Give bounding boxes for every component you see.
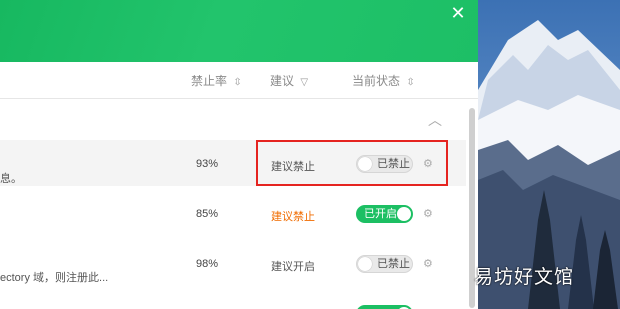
- row-rate: 93%: [196, 158, 219, 170]
- dialog-header: ✕: [0, 0, 478, 62]
- settings-dialog: ✕ 禁止率 ⇳ 建议 ▽ 当前状态 ⇳ ︿ 息。 93% 建议禁止 已禁止 ⚙ …: [0, 0, 478, 309]
- column-header-status-label: 当前状态: [352, 74, 401, 88]
- highlight-box: [256, 140, 448, 186]
- toggle-knob: [397, 207, 411, 221]
- row-rate: 98%: [196, 258, 219, 270]
- chevron-up-icon[interactable]: ︿: [428, 110, 442, 130]
- watermark-text: 易坊好文馆: [474, 267, 575, 288]
- gear-icon[interactable]: ⚙: [423, 207, 433, 220]
- group-row: [0, 98, 466, 140]
- table-row[interactable]: [0, 294, 466, 309]
- close-icon[interactable]: ✕: [448, 3, 468, 23]
- status-toggle[interactable]: 已开启: [356, 205, 413, 223]
- sort-icon[interactable]: ⇳: [233, 77, 241, 88]
- sort-icon[interactable]: ⇳: [406, 77, 414, 88]
- status-toggle[interactable]: 已禁止: [356, 255, 413, 273]
- filter-icon[interactable]: ▽: [300, 77, 308, 88]
- toggle-label: 已开启: [364, 208, 397, 220]
- table-header: 禁止率 ⇳ 建议 ▽ 当前状态 ⇳: [0, 62, 478, 99]
- table-row[interactable]: ectory 域，则注册此... 98% 建议开启 已禁止 ⚙: [0, 238, 466, 294]
- column-header-suggestion-label: 建议: [270, 74, 295, 88]
- column-header-suggestion[interactable]: 建议 ▽: [270, 72, 308, 89]
- row-description: 息。: [0, 173, 22, 185]
- status-toggle[interactable]: [356, 305, 413, 309]
- table-row[interactable]: 85% 建议禁止 已开启 ⚙: [0, 186, 466, 238]
- toggle-label: 已禁止: [377, 258, 410, 270]
- gear-icon[interactable]: ⚙: [423, 257, 433, 270]
- column-header-status[interactable]: 当前状态 ⇳: [352, 72, 415, 89]
- row-suggestion: 建议禁止: [271, 211, 315, 223]
- column-header-rate[interactable]: 禁止率 ⇳: [191, 72, 242, 89]
- row-description: ectory 域，则注册此...: [0, 272, 109, 284]
- column-header-rate-label: 禁止率: [191, 74, 228, 88]
- toggle-knob: [358, 257, 372, 271]
- row-rate: 85%: [196, 208, 219, 220]
- row-suggestion: 建议开启: [271, 261, 315, 273]
